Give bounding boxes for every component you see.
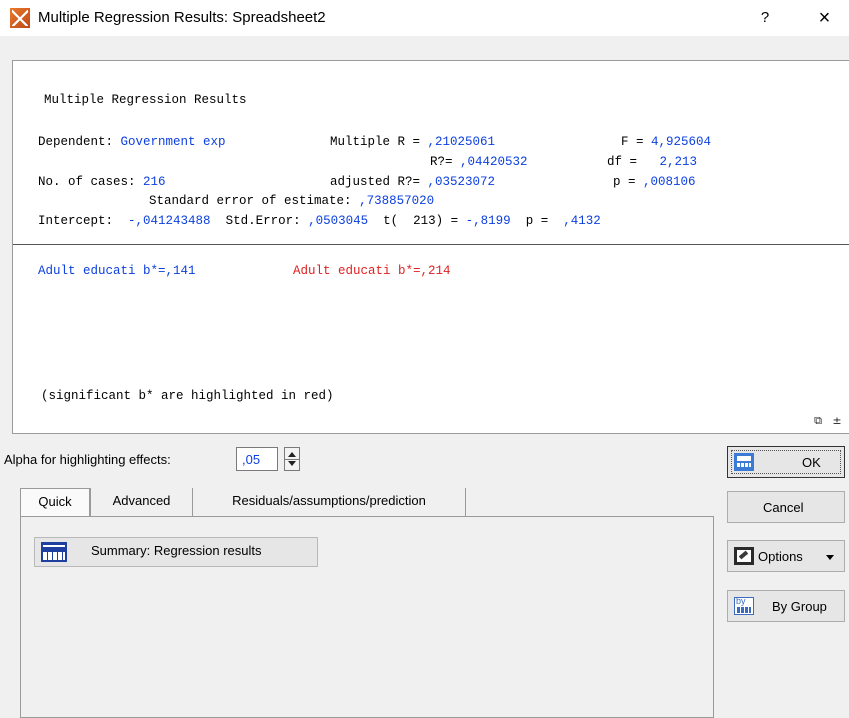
p-label: p = — [613, 175, 636, 189]
p2-label: p = — [525, 214, 549, 228]
close-button[interactable]: × — [800, 0, 849, 36]
cancel-label: Cancel — [763, 500, 804, 515]
summary-regression-button[interactable]: Summary: Regression results — [34, 537, 318, 567]
df-label: df = — [607, 155, 638, 169]
by-group-button[interactable]: By Group — [727, 590, 845, 622]
cases-line: No. of cases: 216 — [38, 175, 166, 189]
alpha-spinner[interactable] — [284, 447, 300, 471]
options-button[interactable]: Options — [727, 540, 845, 572]
window-title: Multiple Regression Results: Spreadsheet… — [38, 9, 326, 26]
p-stat: p = ,008106 — [613, 175, 696, 189]
dependent-value: Government exp — [120, 135, 226, 149]
p2-value: ,4132 — [563, 214, 601, 228]
by-group-label: By Group — [772, 599, 827, 614]
intercept-line: Intercept: -,041243488 Std.Error: ,05030… — [38, 214, 601, 228]
copy-icon[interactable]: ⧉ — [810, 413, 826, 429]
std-err-est-label: Standard error of estimate: — [149, 194, 352, 208]
scroll-toggle-icon[interactable]: ± — [829, 413, 845, 429]
ok-button[interactable]: OK — [727, 446, 845, 478]
highlight-note: (significant b* are highlighted in red) — [41, 389, 334, 403]
results-text-area[interactable]: Multiple Regression Results Dependent: G… — [12, 60, 849, 434]
df-stat: df = 2,213 — [607, 155, 697, 169]
cancel-button[interactable]: Cancel — [727, 491, 845, 523]
multiple-r: Multiple R = ,21025061 — [330, 135, 495, 149]
dependent-label: Dependent: — [38, 135, 114, 149]
f-stat: F = 4,925604 — [621, 135, 711, 149]
cases-label: No. of cases: — [38, 175, 136, 189]
summary-label: Summary: Regression results — [91, 543, 262, 558]
r2-value: ,04420532 — [460, 155, 528, 169]
spin-down-icon[interactable] — [288, 461, 296, 466]
spin-up-icon[interactable] — [288, 452, 296, 457]
options-label: Options — [758, 549, 803, 564]
alpha-label: Alpha for highlighting effects: — [4, 452, 171, 467]
ok-label: OK — [802, 455, 821, 470]
tab-residuals[interactable]: Residuals/assumptions/prediction — [192, 488, 466, 516]
dependent-line: Dependent: Government exp — [38, 135, 226, 149]
r2-label: R?= — [430, 155, 453, 169]
tab-quick[interactable]: Quick — [20, 488, 90, 518]
chevron-down-icon — [826, 555, 834, 560]
results-divider — [13, 244, 849, 245]
by-group-icon — [734, 596, 754, 615]
df-value: 2,213 — [659, 155, 698, 169]
f-value: 4,925604 — [651, 135, 712, 149]
intercept-label: Intercept: — [38, 214, 114, 228]
multiple-r-label: Multiple R = — [330, 135, 421, 149]
options-icon — [734, 547, 754, 565]
beta-coefficient-1: Adult educati b*=,141 — [38, 264, 196, 278]
help-button[interactable]: ? — [745, 0, 785, 36]
intercept-value: -,041243488 — [128, 214, 211, 228]
multiple-r-value: ,21025061 — [427, 135, 496, 149]
std-error-value: ,0503045 — [308, 214, 369, 228]
results-heading: Multiple Regression Results — [44, 93, 247, 107]
std-error-label: Std.Error: — [225, 214, 301, 228]
tab-advanced[interactable]: Advanced — [90, 488, 192, 516]
std-error-estimate: Standard error of estimate: ,738857020 — [149, 194, 434, 208]
alpha-input[interactable]: ,05 — [236, 447, 278, 471]
std-err-est-value: ,738857020 — [359, 194, 435, 208]
beta-coefficient-2: Adult educati b*=,214 — [293, 264, 451, 278]
r-squared: R?= ,04420532 — [430, 155, 528, 169]
adj-r2-value: ,03523072 — [427, 175, 496, 189]
adjusted-r-squared: adjusted R?= ,03523072 — [330, 175, 495, 189]
ok-table-icon — [734, 453, 754, 471]
summary-table-icon — [41, 542, 67, 562]
cases-value: 216 — [143, 175, 166, 189]
adj-r2-label: adjusted R?= — [330, 175, 421, 189]
title-bar: Multiple Regression Results: Spreadsheet… — [0, 0, 849, 36]
f-label: F = — [621, 135, 644, 149]
p-value: ,008106 — [643, 175, 696, 189]
t-value: -,8199 — [465, 214, 511, 228]
app-logo-icon — [10, 8, 30, 28]
t-label: t( 213) = — [383, 214, 459, 228]
